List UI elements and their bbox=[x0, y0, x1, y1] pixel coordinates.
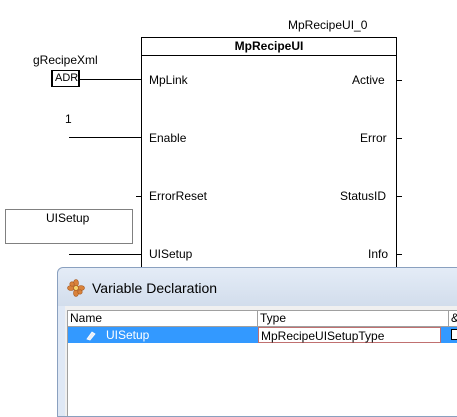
adr-tick bbox=[79, 70, 80, 87]
pin-uisetup: UISetup bbox=[149, 247, 193, 261]
fb-type-name: MpRecipeUI bbox=[142, 38, 396, 56]
row-reference-checkbox[interactable] bbox=[451, 329, 457, 340]
declaration-grid[interactable]: Name Type & UISetup MpRecipeUISetupType bbox=[67, 310, 457, 416]
output-stub bbox=[397, 80, 402, 81]
uisetup-variable-label: UISetup bbox=[46, 211, 90, 225]
pin-error: Error bbox=[360, 131, 387, 145]
pin-errorreset: ErrorReset bbox=[149, 189, 208, 203]
dialog-body: Name Type & UISetup MpRecipeUISetupType bbox=[65, 306, 457, 416]
dialog-titlebar[interactable]: Variable Declaration bbox=[58, 268, 457, 306]
pin-enable: Enable bbox=[149, 131, 187, 145]
pin-mplink: MpLink bbox=[149, 73, 188, 87]
output-stub bbox=[397, 196, 402, 197]
gear-flower-icon bbox=[67, 279, 85, 297]
dialog-title: Variable Declaration bbox=[92, 280, 218, 296]
enable-constant[interactable]: 1 bbox=[65, 112, 72, 126]
adr-operator[interactable]: ADR bbox=[51, 70, 79, 87]
row-name-cell[interactable]: UISetup bbox=[106, 327, 256, 343]
enable-wire bbox=[69, 137, 141, 138]
pin-info: Info bbox=[368, 247, 389, 261]
column-header-ampersand[interactable]: & bbox=[449, 311, 457, 326]
table-row[interactable]: UISetup MpRecipeUISetupType bbox=[68, 327, 457, 343]
mplink-wire bbox=[80, 79, 141, 80]
grid-header: Name Type & bbox=[68, 311, 457, 327]
fb-instance-name: MpRecipeUI_0 bbox=[288, 18, 368, 32]
errorreset-stub bbox=[136, 196, 141, 197]
recipe-variable[interactable]: gRecipeXml bbox=[33, 53, 98, 67]
row-type-cell[interactable]: MpRecipeUISetupType bbox=[258, 327, 441, 343]
output-stub bbox=[397, 254, 402, 255]
variable-icon bbox=[86, 331, 96, 341]
pin-active: Active bbox=[352, 73, 385, 87]
uisetup-variable-box[interactable]: UISetup bbox=[5, 209, 133, 244]
column-header-type[interactable]: Type bbox=[258, 311, 449, 326]
uisetup-wire bbox=[69, 254, 141, 255]
variable-declaration-dialog: Variable Declaration Name Type & UISetup… bbox=[57, 267, 457, 417]
output-stub bbox=[397, 138, 402, 139]
column-header-name[interactable]: Name bbox=[68, 311, 258, 326]
pin-statusid: StatusID bbox=[340, 189, 387, 203]
